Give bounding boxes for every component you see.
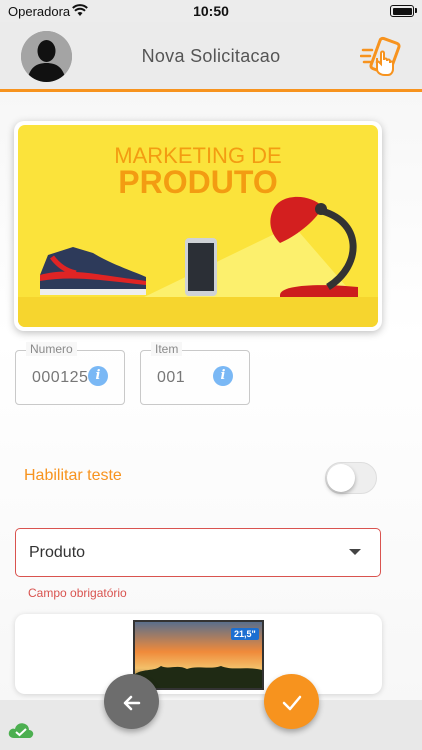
app-header: Nova Solicitacao [0, 22, 422, 92]
numero-value: 000125 [32, 369, 89, 386]
banner-card: MARKETING DE PRODUTO [14, 121, 382, 331]
required-error-text: Campo obrigatório [28, 586, 127, 600]
back-button[interactable] [104, 674, 159, 729]
habilitar-teste-label: Habilitar teste [24, 467, 122, 484]
screen-size-badge: 21,5" [231, 628, 259, 640]
produto-select[interactable]: Produto [15, 528, 381, 577]
confirm-button[interactable] [264, 674, 319, 729]
cloud-check-icon [8, 723, 34, 738]
status-bar: Operadora 10:50 [0, 0, 422, 22]
item-value: 001 [157, 369, 186, 386]
numero-label: Numero [26, 342, 77, 356]
monitor-image: 21,5" [133, 620, 264, 690]
info-icon[interactable]: i [88, 366, 108, 386]
check-icon [282, 695, 301, 710]
toggle-knob [327, 464, 355, 492]
chevron-down-icon [349, 549, 361, 555]
battery-icon [390, 5, 414, 17]
smartphone-icon [185, 238, 217, 296]
status-time: 10:50 [193, 3, 229, 19]
marketing-banner-image: MARKETING DE PRODUTO [18, 125, 378, 327]
info-icon[interactable]: i [213, 366, 233, 386]
battery-tip [415, 8, 417, 13]
arrow-left-icon [123, 695, 140, 711]
select-value: Produto [29, 544, 86, 561]
item-label: Item [151, 342, 183, 356]
item-field[interactable]: Item 001 i [140, 342, 250, 405]
bottom-bar [0, 700, 422, 750]
habilitar-teste-toggle[interactable] [325, 462, 377, 494]
banner-line2: PRODUTO [118, 164, 277, 200]
product-preview-card[interactable]: 21,5" [15, 614, 382, 694]
page-title: Nova Solicitacao [141, 46, 281, 66]
numero-field[interactable]: Numero 000125 i [15, 342, 125, 405]
tap-phone-icon[interactable] [360, 36, 402, 78]
